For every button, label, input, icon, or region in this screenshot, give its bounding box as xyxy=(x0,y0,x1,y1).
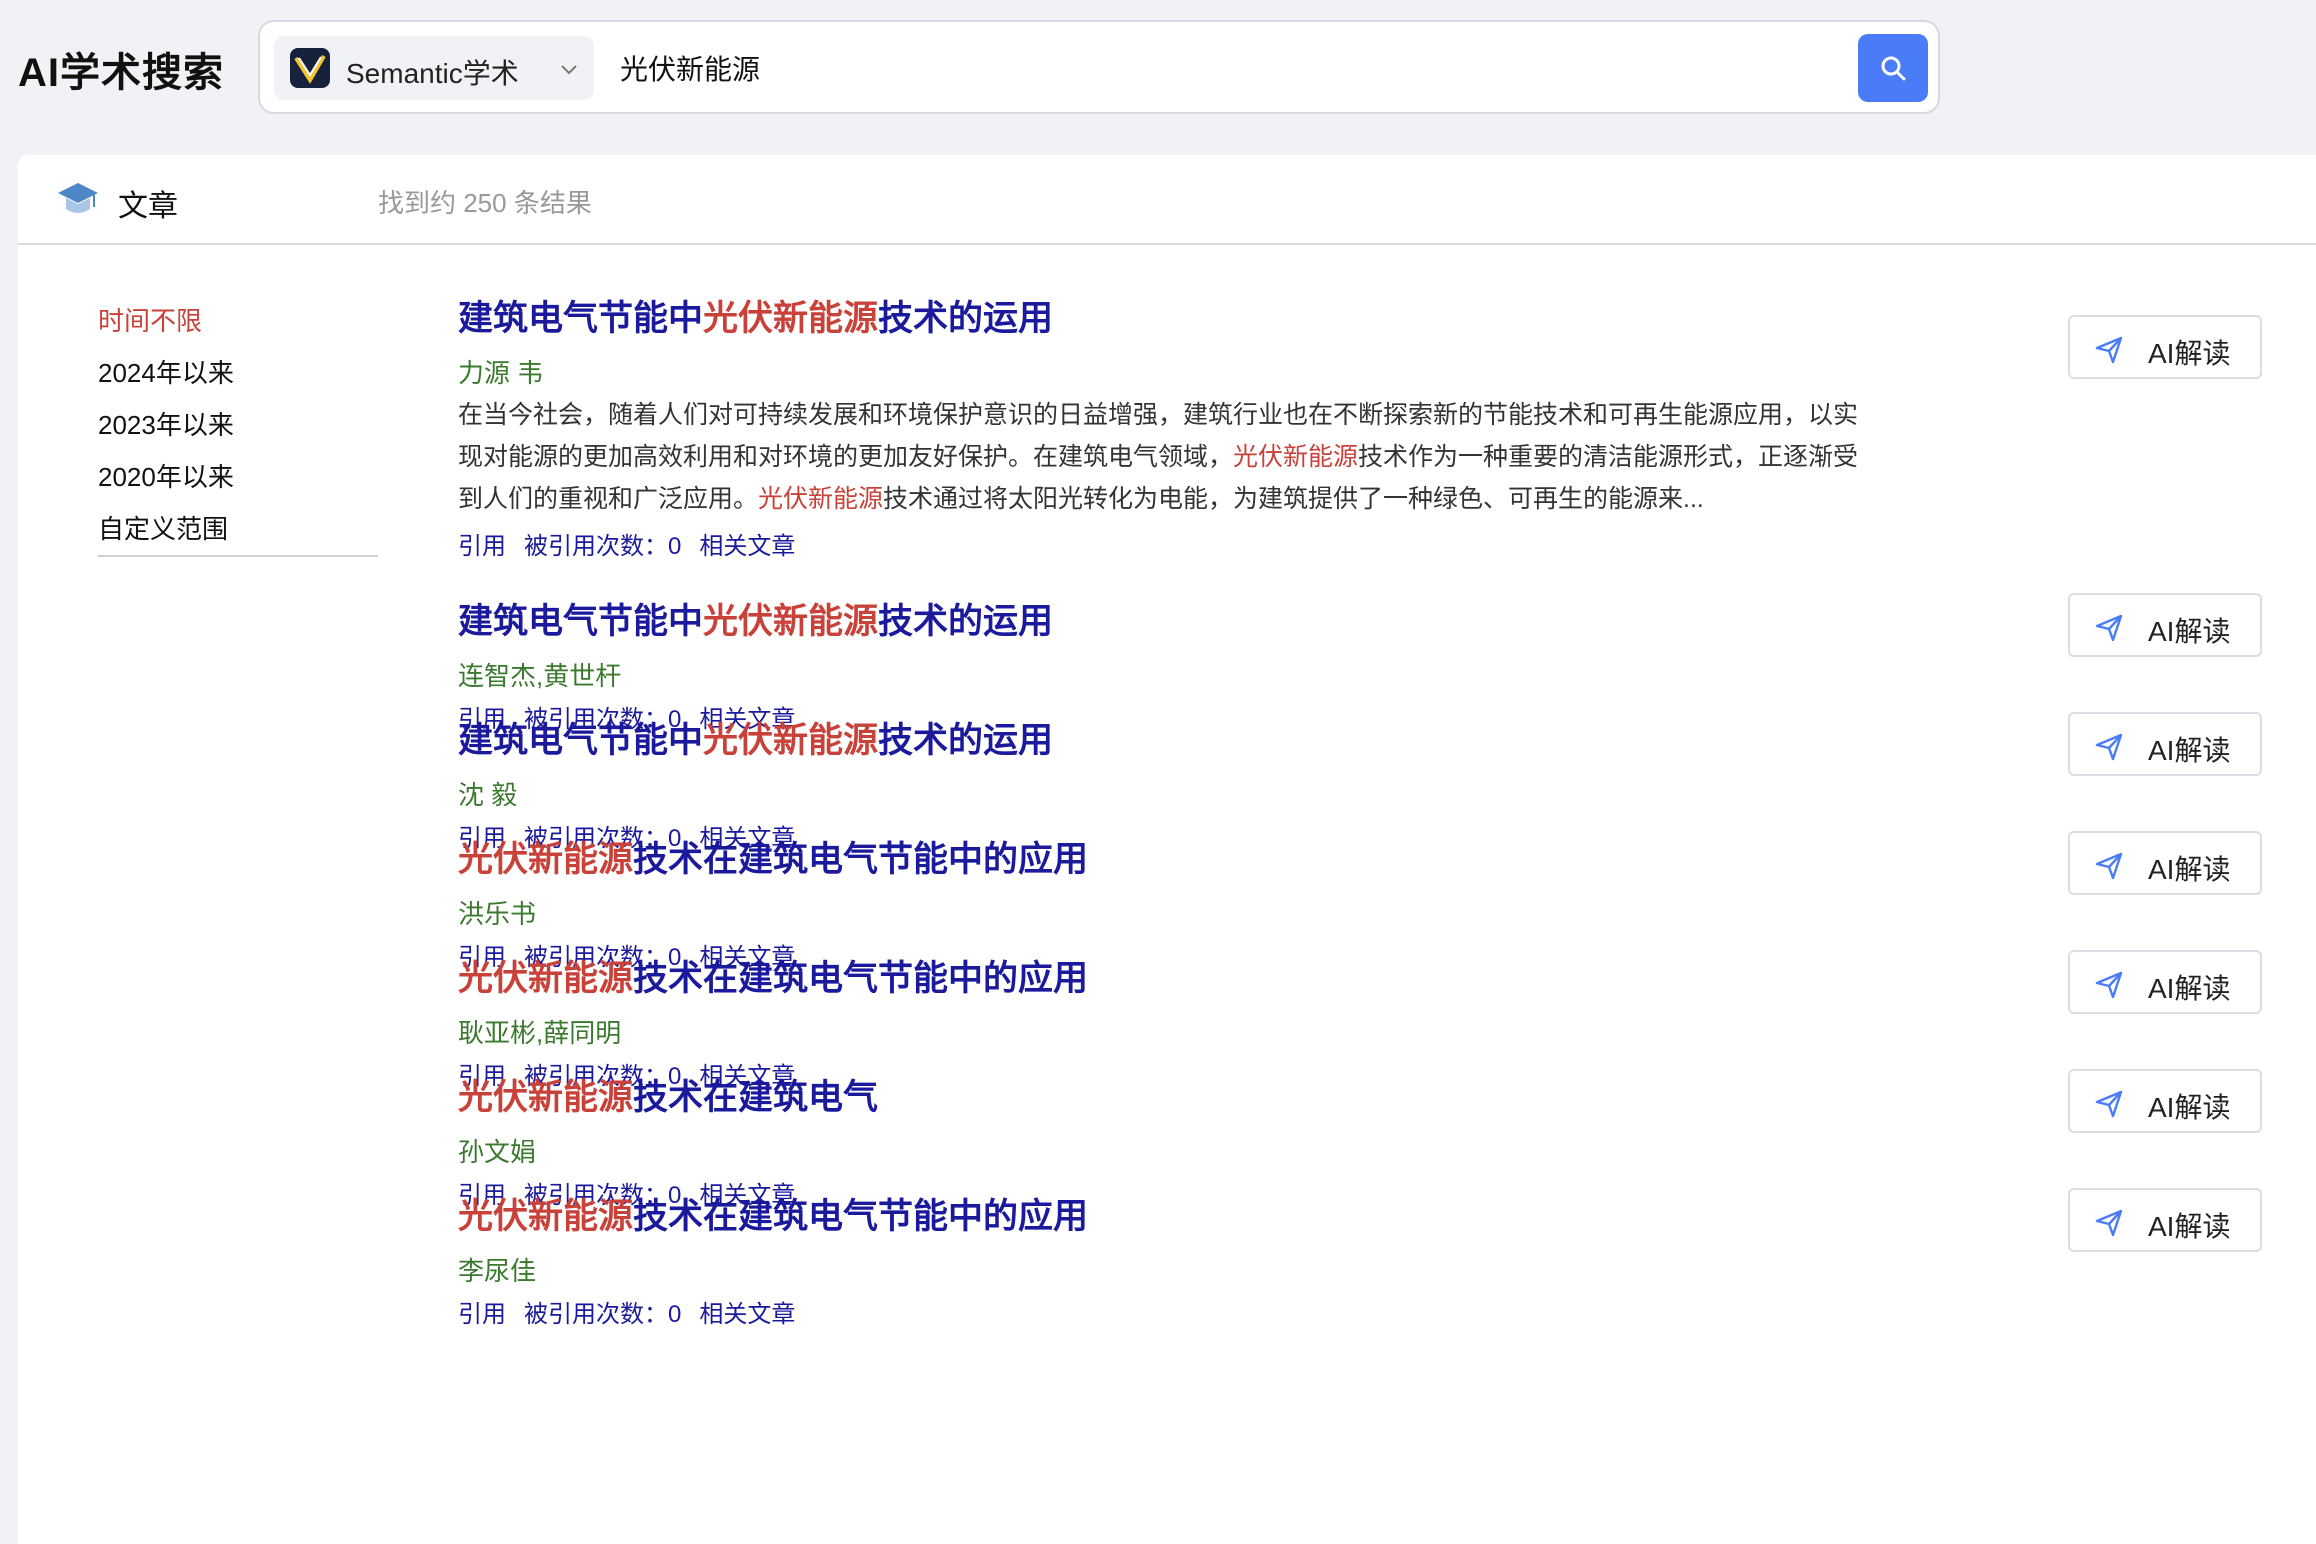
result-authors: 洪乐书 xyxy=(458,899,537,929)
panel-header: 文章 找到约 250 条结果 xyxy=(18,155,2316,245)
search-button[interactable] xyxy=(1858,34,1928,102)
title-text: 技术在建筑电气节能中的应用 xyxy=(633,840,1089,879)
cite-link[interactable]: 引用 xyxy=(458,533,506,560)
chevron-down-icon xyxy=(561,65,577,75)
ai-read-label: AI解读 xyxy=(2148,616,2231,647)
ai-read-label: AI解读 xyxy=(2148,735,2231,766)
title-text: 技术的运用 xyxy=(878,299,1054,338)
app-title: AI学术搜索 xyxy=(18,51,224,95)
result-authors: 孙文娟 xyxy=(458,1137,537,1167)
send-icon xyxy=(2095,971,2123,999)
title-text: 建筑电气节能中 xyxy=(458,721,704,760)
ai-read-button[interactable]: AI解读 xyxy=(2068,712,2262,776)
result-title-link[interactable]: 建筑电气节能中光伏新能源技术的运用 xyxy=(458,712,2258,763)
cite-link[interactable]: 引用 xyxy=(458,1301,506,1328)
title-text: 建筑电气节能中 xyxy=(458,602,704,641)
send-icon xyxy=(2095,1209,2123,1237)
send-icon xyxy=(2095,733,2123,761)
result-authors: 沈 毅 xyxy=(458,780,518,810)
result-actions: 引用 被引用次数：0 相关文章 xyxy=(458,526,2258,561)
result-authors: 连智杰,黄世杆 xyxy=(458,661,622,691)
title-text: 建筑电气节能中 xyxy=(458,299,704,338)
abstract-text: 技术通过将太阳光转化为电能，为建筑提供了一种绿色、可再生的能源来... xyxy=(883,485,1704,513)
results-panel: 文章 找到约 250 条结果 时间不限 2024年以来 2023年以来 2020… xyxy=(18,155,2316,1544)
abstract-highlight: 光伏新能源 xyxy=(758,485,884,513)
ai-read-button[interactable]: AI解读 xyxy=(2068,950,2262,1014)
result-item: 建筑电气节能中光伏新能源技术的运用 力源 韦在当今社会，随着人们对可持续发展和环境… xyxy=(458,290,2262,561)
cited-by-link[interactable]: 被引用次数：0 xyxy=(524,533,681,560)
ai-read-label: AI解读 xyxy=(2148,973,2231,1004)
related-articles-link[interactable]: 相关文章 xyxy=(699,533,795,560)
result-title-link[interactable]: 光伏新能源技术在建筑电气 xyxy=(458,1069,2258,1120)
result-item: 光伏新能源技术在建筑电气节能中的应用李尿佳引用 被引用次数：0 相关文章 AI解读 xyxy=(458,1188,2262,1329)
send-icon xyxy=(2095,1090,2123,1118)
result-authors: 耿亚彬,薛同明 xyxy=(458,1018,622,1048)
result-title-link[interactable]: 建筑电气节能中光伏新能源技术的运用 xyxy=(458,290,2258,341)
title-highlight: 光伏新能源 xyxy=(458,1197,634,1236)
ai-read-button[interactable]: AI解读 xyxy=(2068,831,2262,895)
result-abstract: 在当今社会，随着人们对可持续发展和环境保护意识的日益增强，建筑行业也在不断探索新… xyxy=(458,394,1878,520)
cited-by-link[interactable]: 被引用次数：0 xyxy=(524,1301,681,1328)
filter-divider xyxy=(98,555,378,557)
filter-since-2023[interactable]: 2023年以来 xyxy=(98,399,378,451)
title-text: 技术在建筑电气节能中的应用 xyxy=(633,1197,1089,1236)
ai-read-label: AI解读 xyxy=(2148,338,2231,369)
title-highlight: 光伏新能源 xyxy=(703,721,879,760)
ai-read-label: AI解读 xyxy=(2148,854,2231,885)
related-articles-link[interactable]: 相关文章 xyxy=(699,1301,795,1328)
title-text: 技术在建筑电气 xyxy=(633,1078,879,1117)
ai-read-button[interactable]: AI解读 xyxy=(2068,593,2262,657)
result-count: 找到约 250 条结果 xyxy=(378,188,592,218)
title-highlight: 光伏新能源 xyxy=(458,1078,634,1117)
title-text: 技术的运用 xyxy=(878,721,1054,760)
top-bar: AI学术搜索 Semantic学术 xyxy=(0,0,2316,150)
search-input[interactable] xyxy=(612,36,1712,100)
title-text: 技术在建筑电气节能中的应用 xyxy=(633,959,1089,998)
ai-read-label: AI解读 xyxy=(2148,1092,2231,1123)
title-highlight: 光伏新能源 xyxy=(458,959,634,998)
filter-since-2024[interactable]: 2024年以来 xyxy=(98,347,378,399)
title-highlight: 光伏新能源 xyxy=(703,602,879,641)
result-actions: 引用 被引用次数：0 相关文章 xyxy=(458,1294,2258,1329)
ai-read-button[interactable]: AI解读 xyxy=(2068,1069,2262,1133)
title-highlight: 光伏新能源 xyxy=(458,840,634,879)
ai-read-button[interactable]: AI解读 xyxy=(2068,315,2262,379)
send-icon xyxy=(2095,614,2123,642)
result-title-link[interactable]: 建筑电气节能中光伏新能源技术的运用 xyxy=(458,593,2258,644)
search-box: Semantic学术 xyxy=(258,20,1940,114)
result-title-link[interactable]: 光伏新能源技术在建筑电气节能中的应用 xyxy=(458,831,2258,882)
send-icon xyxy=(2095,336,2123,364)
filter-any-time[interactable]: 时间不限 xyxy=(98,295,378,347)
result-title-link[interactable]: 光伏新能源技术在建筑电气节能中的应用 xyxy=(458,950,2258,1001)
semantic-scholar-logo-icon xyxy=(290,48,330,88)
engine-label: Semantic学术 xyxy=(346,58,519,89)
title-highlight: 光伏新能源 xyxy=(703,299,879,338)
section-label: 文章 xyxy=(118,190,178,223)
time-filters: 时间不限 2024年以来 2023年以来 2020年以来 自定义范围 xyxy=(98,295,378,557)
search-icon xyxy=(1881,56,1906,81)
filter-custom-range[interactable]: 自定义范围 xyxy=(98,503,378,555)
ai-read-button[interactable]: AI解读 xyxy=(2068,1188,2262,1252)
result-authors: 力源 韦 xyxy=(458,358,544,388)
title-text: 技术的运用 xyxy=(878,602,1054,641)
send-icon xyxy=(2095,852,2123,880)
result-authors: 李尿佳 xyxy=(458,1256,537,1286)
abstract-highlight: 光伏新能源 xyxy=(1233,443,1359,471)
ai-read-label: AI解读 xyxy=(2148,1211,2231,1242)
mortarboard-icon xyxy=(58,183,98,213)
result-title-link[interactable]: 光伏新能源技术在建筑电气节能中的应用 xyxy=(458,1188,2258,1239)
engine-select[interactable]: Semantic学术 xyxy=(274,36,594,100)
filter-since-2020[interactable]: 2020年以来 xyxy=(98,451,378,503)
